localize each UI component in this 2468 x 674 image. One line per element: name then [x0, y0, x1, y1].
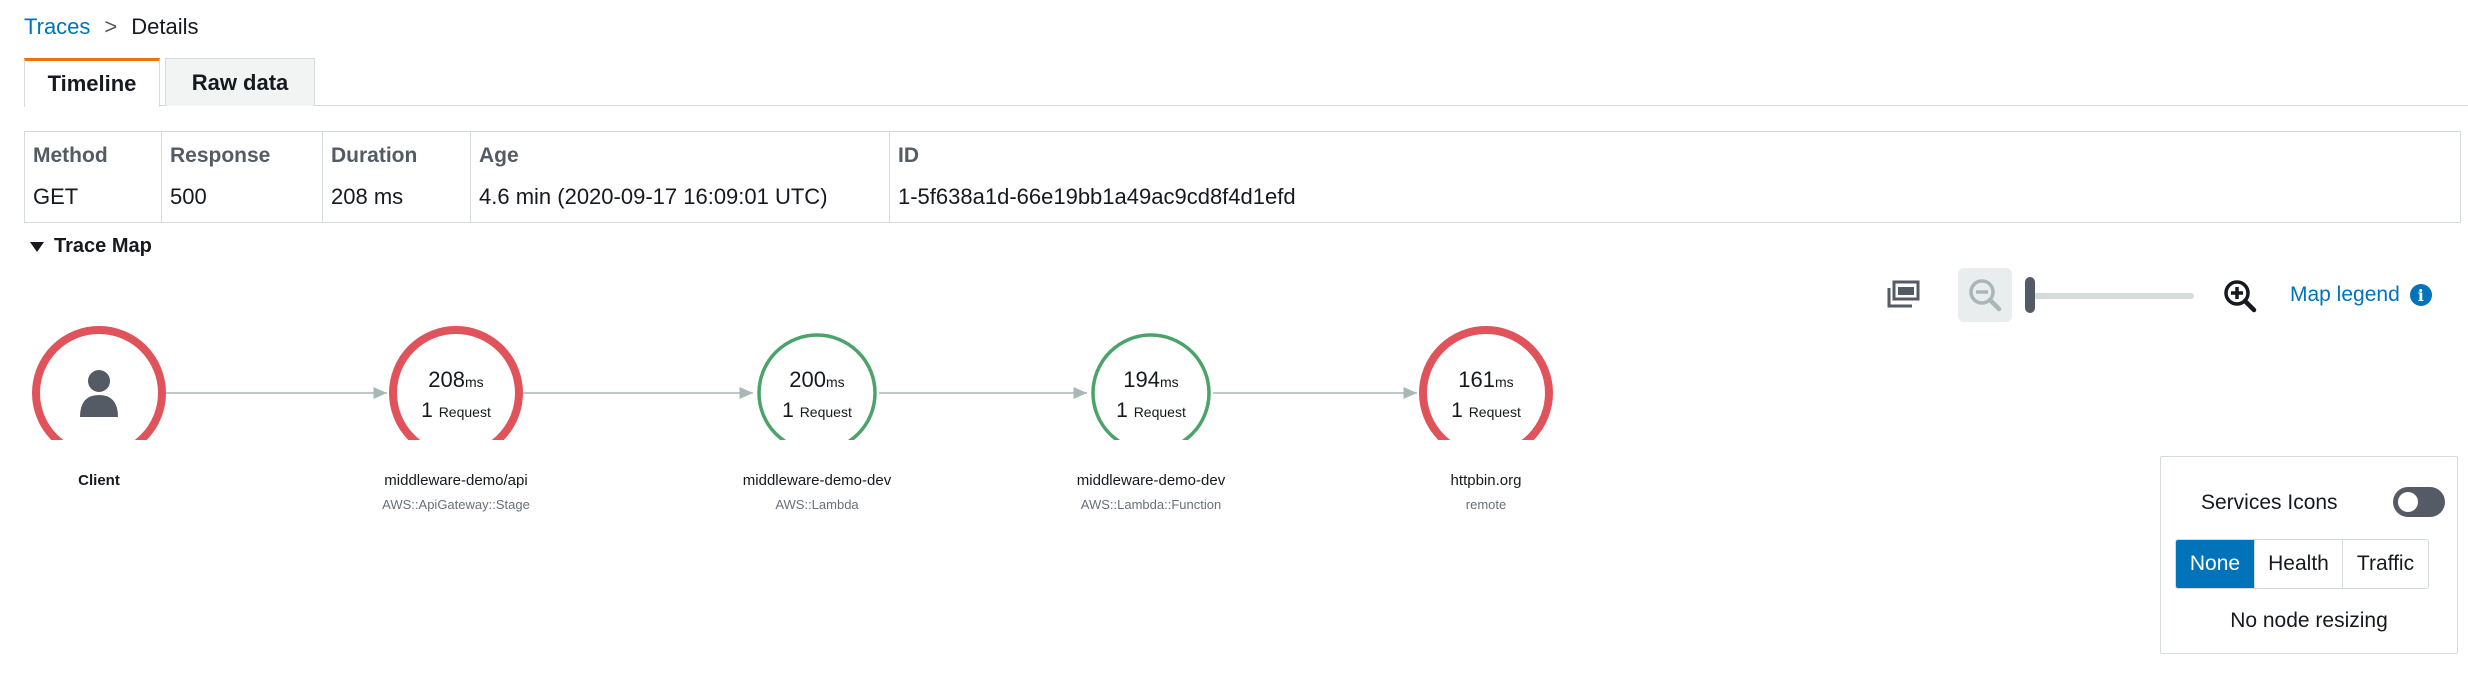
node-stats: 208ms 1 Request [421, 367, 491, 423]
method-value: GET [33, 184, 79, 209]
id-header: ID [898, 144, 919, 167]
node-requests: 1 Request [782, 399, 852, 423]
node-requests-unit: Request [1468, 404, 1521, 420]
age-header: Age [479, 144, 519, 167]
breadcrumb-separator: > [104, 14, 118, 39]
node-name: middleware-demo-dev [1076, 472, 1226, 489]
node-latency-unit: ms [1160, 374, 1179, 390]
id-column: ID 1-5f638a1d-66e19bb1a49ac9cd8f4d1efd [890, 132, 2460, 222]
zoom-in-icon[interactable] [2222, 278, 2258, 314]
trace-map-title: Trace Map [54, 235, 152, 257]
node-latency: 161ms [1451, 367, 1521, 393]
zoom-slider-track[interactable] [2030, 293, 2194, 299]
node-name: httpbin.org [1450, 472, 1522, 489]
node-latency-value: 161 [1458, 367, 1496, 392]
node-size-segmented-control: None Health Traffic [2175, 539, 2429, 589]
node-stats: 194ms 1 Request [1116, 367, 1186, 423]
node-label: httpbin.org remote [1451, 472, 1522, 512]
map-options-panel: Services Icons None Health Traffic No no… [2160, 456, 2458, 654]
option-none-button[interactable]: None [2176, 540, 2255, 588]
node-latency-unit: ms [826, 374, 845, 390]
tab-raw-data[interactable]: Raw data [165, 58, 315, 106]
node-latency: 208ms [421, 367, 491, 393]
node-label: Client [78, 472, 120, 489]
node-requests-value: 1 [1116, 399, 1128, 422]
node-requests-unit: Request [799, 404, 852, 420]
tab-timeline[interactable]: Timeline [24, 58, 160, 107]
id-value: 1-5f638a1d-66e19bb1a49ac9cd8f4d1efd [898, 184, 1296, 209]
node-latency-value: 194 [1123, 367, 1161, 392]
node-resizing-text: No node resizing [2230, 609, 2388, 632]
node-latency-unit: ms [465, 374, 484, 390]
zoom-slider-handle[interactable] [2025, 277, 2035, 313]
node-requests: 1 Request [421, 399, 491, 423]
node-requests: 1 Request [1116, 399, 1186, 423]
duration-value: 208 ms [331, 184, 404, 209]
response-value: 500 [170, 184, 207, 209]
node-name: Client [78, 472, 120, 489]
breadcrumb-traces-link[interactable]: Traces [24, 14, 90, 40]
trace-map-toggle[interactable]: Trace Map [30, 235, 152, 258]
age-value: 4.6 min (2020-09-17 16:09:01 UTC) [479, 184, 828, 209]
services-icons-label: Services Icons [2201, 491, 2338, 514]
caret-down-icon [30, 241, 44, 252]
node-label: middleware-demo-devAWS::Lambda::Function [1077, 472, 1225, 512]
node-latency-value: 208 [428, 367, 466, 392]
node-requests-unit: Request [438, 404, 491, 420]
info-icon: i [2409, 284, 2432, 306]
map-legend-link[interactable]: Map legend i [2290, 283, 2432, 307]
trace-summary-table: Method GET Response 500 Duration 208 ms … [24, 131, 2461, 223]
node-requests-unit: Request [1133, 404, 1186, 420]
node-type: AWS::Lambda::Function [1080, 497, 1222, 512]
response-column: Response 500 [162, 132, 323, 222]
node-stats: 200ms 1 Request [782, 367, 852, 423]
node-requests-value: 1 [1451, 399, 1463, 422]
node-name: middleware-demo/api [384, 472, 528, 489]
duration-header: Duration [331, 144, 418, 167]
fit-to-screen-icon[interactable] [1886, 280, 1920, 310]
node-latency-unit: ms [1495, 374, 1514, 390]
breadcrumb: Traces > Details [24, 14, 199, 40]
node-latency: 194ms [1116, 367, 1186, 393]
services-icons-row: Services Icons [2201, 487, 2445, 517]
method-column: Method GET [25, 132, 162, 222]
node-latency-value: 200 [789, 367, 827, 392]
node-label: middleware-demo/apiAWS::ApiGateway::Stag… [382, 472, 530, 512]
toggle-knob [2398, 492, 2418, 512]
node-requests-value: 1 [782, 399, 794, 422]
option-traffic-button[interactable]: Traffic [2343, 540, 2428, 588]
map-legend-label: Map legend [2290, 283, 2400, 306]
node-label: middleware-demo-devAWS::Lambda [743, 472, 891, 512]
response-header: Response [170, 144, 271, 167]
node-latency: 200ms [782, 367, 852, 393]
node-requests: 1 Request [1451, 399, 1521, 423]
breadcrumb-current: Details [131, 14, 199, 39]
zoom-out-icon [1969, 279, 2002, 312]
services-icons-toggle[interactable] [2393, 487, 2445, 517]
node-type: remote [1465, 497, 1507, 512]
zoom-out-button[interactable] [1958, 268, 2012, 322]
option-health-button[interactable]: Health [2255, 540, 2343, 588]
node-name: middleware-demo-dev [742, 472, 892, 489]
node-stats: 161ms 1 Request [1451, 367, 1521, 423]
tab-bar: Timeline Raw data [24, 58, 2468, 107]
node-type: AWS::ApiGateway::Stage [382, 497, 530, 512]
node-type: AWS::Lambda [775, 497, 859, 512]
duration-column: Duration 208 ms [323, 132, 471, 222]
node-requests-value: 1 [421, 399, 433, 422]
method-header: Method [33, 144, 108, 167]
age-column: Age 4.6 min (2020-09-17 16:09:01 UTC) [471, 132, 890, 222]
